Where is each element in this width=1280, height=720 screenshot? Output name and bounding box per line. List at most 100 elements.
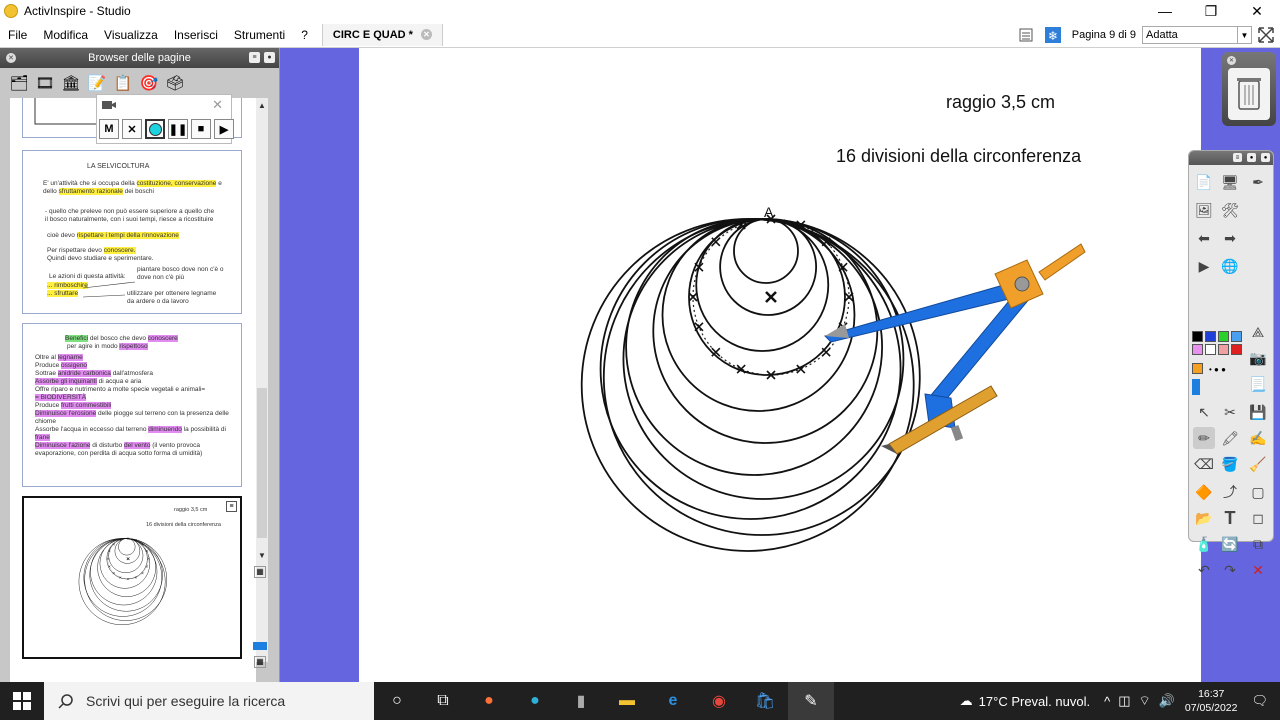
flipchart-icon[interactable]: ❄ bbox=[1044, 26, 1062, 44]
firefox-icon[interactable]: ● bbox=[466, 682, 512, 720]
zoom-select[interactable]: Adatta ▼ bbox=[1142, 26, 1252, 44]
pen-tool-icon[interactable]: ✏ bbox=[1193, 427, 1215, 449]
windows-start-button[interactable] bbox=[0, 682, 44, 720]
activinspire-taskbar-icon[interactable]: ✎ bbox=[788, 682, 834, 720]
recorder-pause-button[interactable]: ❚❚ bbox=[168, 119, 188, 139]
shape-tool-icon[interactable]: 🔶 bbox=[1193, 481, 1215, 503]
minimize-button[interactable]: — bbox=[1142, 0, 1188, 22]
chevron-down-icon[interactable]: ▼ bbox=[1237, 27, 1251, 43]
magic-ink-icon[interactable]: ✂ bbox=[1219, 401, 1241, 423]
maximize-button[interactable]: ❐ bbox=[1188, 0, 1234, 22]
pen-width-dots-icon[interactable]: • ● ● bbox=[1209, 365, 1226, 374]
color-light-blue[interactable] bbox=[1231, 331, 1242, 342]
compass-tool-icon[interactable]: ⟁ bbox=[1247, 321, 1269, 343]
volume-icon[interactable]: 🔊 bbox=[1159, 693, 1175, 709]
weather-text[interactable]: 17°C Preval. nuvol. bbox=[979, 694, 1090, 709]
scrollbar-thumb[interactable] bbox=[257, 388, 267, 538]
pen-width-slider[interactable] bbox=[1192, 379, 1200, 395]
clock[interactable]: 16:37 07/05/2022 bbox=[1185, 687, 1238, 715]
pin-icon[interactable]: ● bbox=[264, 52, 275, 63]
reset-page-icon[interactable]: 🔄 bbox=[1219, 533, 1241, 555]
page-browser-icon[interactable]: 🗂 bbox=[8, 72, 30, 94]
document-tab[interactable]: CIRC E QUAD * ✕ bbox=[321, 23, 443, 46]
page-thumbnail-selvicoltura[interactable]: LA SELVICOLTURA E' un'attività che si oc… bbox=[22, 150, 242, 314]
network-icon[interactable]: ◫ bbox=[1118, 693, 1130, 709]
grid-view-icon[interactable]: ▦ bbox=[254, 656, 266, 668]
desktop-annotate-icon[interactable]: 🖼 bbox=[1193, 199, 1215, 221]
close-window-button[interactable]: ✕ bbox=[1234, 0, 1280, 22]
flipchart-canvas[interactable]: raggio 3,5 cm 16 divisioni della circonf… bbox=[359, 48, 1201, 682]
color-white[interactable] bbox=[1205, 344, 1216, 355]
reveal-tool-icon[interactable]: 🧴 bbox=[1193, 533, 1215, 555]
camera-tool-icon[interactable]: 📷 bbox=[1247, 347, 1269, 369]
file-explorer-icon[interactable]: ▬ bbox=[604, 682, 650, 720]
close-icon[interactable]: ✕ bbox=[212, 97, 223, 113]
menu-modifica[interactable]: Modifica bbox=[35, 28, 96, 42]
menu-help[interactable]: ? bbox=[293, 28, 316, 42]
object-browser-icon[interactable]: 🏛 bbox=[60, 72, 82, 94]
recorder-stop-button[interactable]: ■ bbox=[191, 119, 211, 139]
taskbar-search[interactable]: Scrivi qui per eseguire la ricerca bbox=[44, 682, 374, 720]
chrome-icon[interactable]: ◉ bbox=[696, 682, 742, 720]
undo-icon[interactable]: ↶ bbox=[1193, 559, 1215, 581]
page-view-icon[interactable] bbox=[1018, 27, 1034, 43]
main-menu-icon[interactable]: 📄 bbox=[1193, 171, 1215, 193]
close-icon[interactable]: ✕ bbox=[6, 53, 16, 63]
color-pink[interactable] bbox=[1192, 344, 1203, 355]
menu-inserisci[interactable]: Inserisci bbox=[166, 28, 226, 42]
shape-recognition-icon[interactable]: ✍ bbox=[1247, 427, 1269, 449]
color-black[interactable] bbox=[1192, 331, 1203, 342]
color-blue[interactable] bbox=[1205, 331, 1216, 342]
recorder-mode-button[interactable]: M bbox=[99, 119, 119, 139]
notes-browser-icon[interactable]: 📝 bbox=[86, 72, 108, 94]
play-icon[interactable]: ▶ bbox=[1193, 255, 1215, 277]
connector-tool-icon[interactable]: ⤴ bbox=[1219, 481, 1241, 503]
trash-bin-icon[interactable] bbox=[1228, 68, 1270, 120]
resource-browser-icon[interactable]: 🎞 bbox=[34, 72, 56, 94]
fullscreen-icon[interactable] bbox=[1256, 25, 1276, 45]
weather-icon[interactable]: ☁ bbox=[960, 693, 973, 709]
page-thumbnail-current[interactable]: raggio 3,5 cm 16 divisioni della circonf… bbox=[22, 496, 242, 659]
menu-icon[interactable]: ≡ bbox=[1233, 153, 1242, 162]
pin-icon[interactable]: ● bbox=[1261, 153, 1270, 162]
scroll-down-icon[interactable]: ▼ bbox=[256, 548, 268, 562]
internet-explorer-icon[interactable]: e bbox=[650, 682, 696, 720]
grid-icon[interactable]: ▦ bbox=[254, 566, 266, 578]
chevron-up-icon[interactable]: ^ bbox=[1104, 694, 1110, 709]
close-icon[interactable]: ✕ bbox=[1227, 56, 1236, 65]
wifi-icon[interactable]: ⌔ bbox=[1139, 693, 1151, 709]
recorder-play-button[interactable]: ▶ bbox=[214, 119, 234, 139]
color-green[interactable] bbox=[1218, 331, 1229, 342]
menu-visualizza[interactable]: Visualizza bbox=[96, 28, 166, 42]
color-orange-palette[interactable] bbox=[1192, 363, 1203, 374]
desktop-tools-icon[interactable]: 🛠 bbox=[1219, 199, 1241, 221]
object-tool-icon[interactable]: ◻ bbox=[1247, 507, 1269, 529]
grid-tool-icon[interactable]: ▢ bbox=[1247, 481, 1269, 503]
select-tool-icon[interactable]: ↖ bbox=[1193, 401, 1215, 423]
menu-icon[interactable]: ≡ bbox=[249, 52, 260, 63]
edge-icon[interactable]: ● bbox=[512, 682, 558, 720]
text-tool-icon[interactable]: T bbox=[1219, 507, 1241, 529]
property-browser-icon[interactable]: 📋 bbox=[112, 72, 134, 94]
clear-page-icon[interactable]: 🧹 bbox=[1247, 453, 1269, 475]
collapse-icon[interactable]: ● bbox=[1247, 153, 1256, 162]
menu-strumenti[interactable]: Strumenti bbox=[226, 28, 293, 42]
cortana-icon[interactable]: ○ bbox=[374, 682, 420, 720]
menu-file[interactable]: File bbox=[0, 28, 35, 42]
recorder-cancel-button[interactable]: ✕ bbox=[122, 119, 142, 139]
delete-icon[interactable]: ✕ bbox=[1247, 559, 1269, 581]
fill-tool-icon[interactable]: 🪣 bbox=[1219, 453, 1241, 475]
zoom-slider-fill[interactable] bbox=[253, 642, 267, 650]
insert-media-icon[interactable]: 📂 bbox=[1193, 507, 1215, 529]
scroll-up-icon[interactable]: ▲ bbox=[256, 98, 268, 112]
task-view-icon[interactable]: ⧉ bbox=[420, 682, 466, 720]
redo-icon[interactable]: ↷ bbox=[1219, 559, 1241, 581]
store-icon[interactable]: 🛍 bbox=[742, 682, 788, 720]
notifications-icon[interactable]: 🗨 bbox=[1251, 693, 1268, 709]
app-icon[interactable]: ▮ bbox=[558, 682, 604, 720]
profile-icon[interactable]: ✒ bbox=[1247, 171, 1269, 193]
previous-page-icon[interactable]: ⬅ bbox=[1193, 227, 1215, 249]
next-page-icon[interactable]: ➡ bbox=[1219, 227, 1241, 249]
voting-browser-icon[interactable]: 🗳 bbox=[164, 72, 186, 94]
save-icon[interactable]: 💾 bbox=[1247, 401, 1269, 423]
